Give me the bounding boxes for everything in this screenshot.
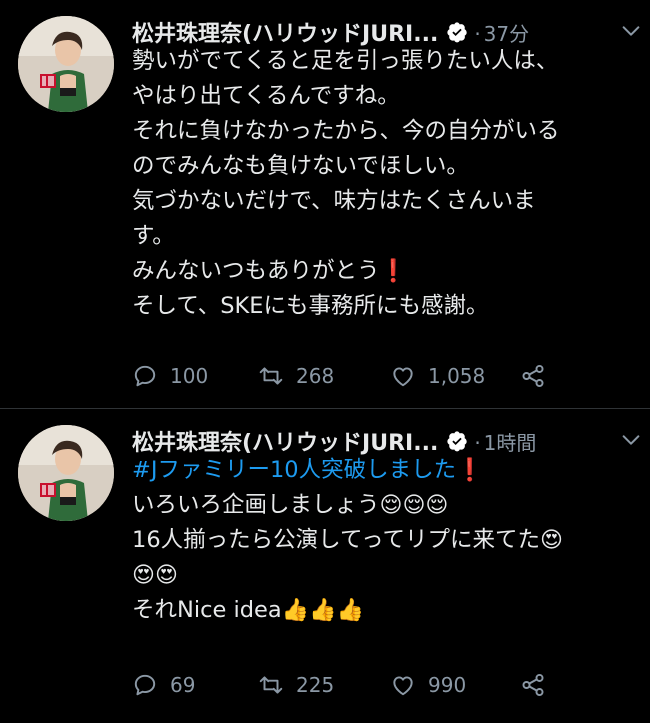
heart-eyes-emoji: 😍 [154, 563, 178, 588]
like-count: 1,058 [428, 364, 486, 388]
tweet-text-line: す。 [132, 223, 175, 249]
tweet-text-line: #Jファミリー10人突破しました❗ [132, 453, 630, 488]
thumbs-up-emoji: 👍 [309, 598, 337, 623]
exclamation-emoji: ❗ [456, 458, 484, 483]
reply-icon [134, 365, 156, 387]
retweet-icon [259, 676, 283, 694]
like-icon [393, 676, 413, 696]
relieved-face-emoji: 😌 [402, 493, 426, 518]
tweet-text-line: いろいろ企画しましょう😌😌😌 [132, 492, 449, 518]
tweet-timestamp[interactable]: · 37分 [474, 18, 529, 47]
like-button[interactable]: 1,058 [390, 363, 485, 389]
relieved-face-emoji: 😌 [425, 493, 449, 518]
tweet[interactable]: 松井珠理奈(ハリウッドJURI... · 37分 勢いがでてくると足を引っ張りたい… [0, 0, 650, 408]
tweet-text-line: 気づかないだけで、味方はたくさんいま [132, 188, 536, 214]
reply-count: 69 [170, 673, 196, 697]
avatar[interactable] [18, 425, 114, 521]
retweet-count: 268 [296, 364, 335, 388]
share-button[interactable] [520, 363, 558, 389]
share-icon [522, 673, 544, 697]
share-icon [522, 364, 544, 388]
reply-icon [134, 674, 156, 696]
like-button[interactable]: 990 [390, 672, 466, 698]
reply-button[interactable]: 100 [132, 363, 208, 389]
tweet-text-line: やはり出てくるんですね。 [132, 83, 400, 109]
tweet-text-line: 勢いがでてくると足を引っ張りたい人は、 [132, 48, 559, 74]
tweet-text: #Jファミリー10人突破しました❗ いろいろ企画しましょう😌😌😌 16人揃ったら… [132, 453, 630, 628]
chevron-down-icon[interactable] [620, 429, 642, 451]
like-count: 990 [428, 673, 467, 697]
thumbs-up-emoji: 👍 [281, 598, 310, 623]
retweet-icon [259, 367, 283, 385]
chevron-down-icon[interactable] [620, 20, 642, 42]
exclamation-emoji: ❗ [379, 259, 407, 284]
verified-icon [447, 22, 468, 43]
share-button[interactable] [520, 672, 558, 698]
tweet-text-line: 😍😍 [132, 558, 630, 593]
verified-icon [447, 431, 468, 452]
tweet-text: 勢いがでてくると足を引っ張りたい人は、 やはり出てくるんですね。 それに負けなか… [132, 44, 630, 324]
reply-count: 100 [170, 364, 209, 388]
tweet-timestamp[interactable]: · 1時間 [474, 427, 536, 456]
hashtag-link[interactable]: #Jファミリー10人突破しました [132, 457, 456, 483]
relieved-face-emoji: 😌 [379, 493, 403, 518]
like-icon [393, 367, 413, 387]
tweet-text-line: 16人揃ったら公演してってリプに来てた😍 [132, 527, 563, 553]
thumbs-up-emoji: 👍 [336, 598, 364, 623]
heart-eyes-emoji: 😍 [539, 528, 563, 553]
tweet-text-line: そして、SKEにも事務所にも感謝。 [132, 293, 489, 319]
retweet-button[interactable]: 268 [258, 363, 334, 389]
tweet-text-line: それに負けなかったから、今の自分がいる [132, 118, 560, 144]
heart-eyes-emoji: 😍 [132, 563, 155, 588]
tweet-actions: 100 268 1,058 [132, 360, 630, 392]
retweet-button[interactable]: 225 [258, 672, 334, 698]
reply-button[interactable]: 69 [132, 672, 195, 698]
tweet-actions: 69 225 990 [132, 669, 630, 701]
tweet-text-line: のでみんなも負けないでほしい。 [132, 153, 469, 179]
retweet-count: 225 [296, 673, 335, 697]
tweet[interactable]: 松井珠理奈(ハリウッドJURI... · 1時間 #Jファミリー10人突破しました… [0, 409, 650, 723]
tweet-text-line: それNice idea👍👍👍 [132, 597, 364, 623]
tweet-text-line: みんないつもありがとう❗ [132, 258, 407, 284]
avatar[interactable] [18, 16, 114, 112]
